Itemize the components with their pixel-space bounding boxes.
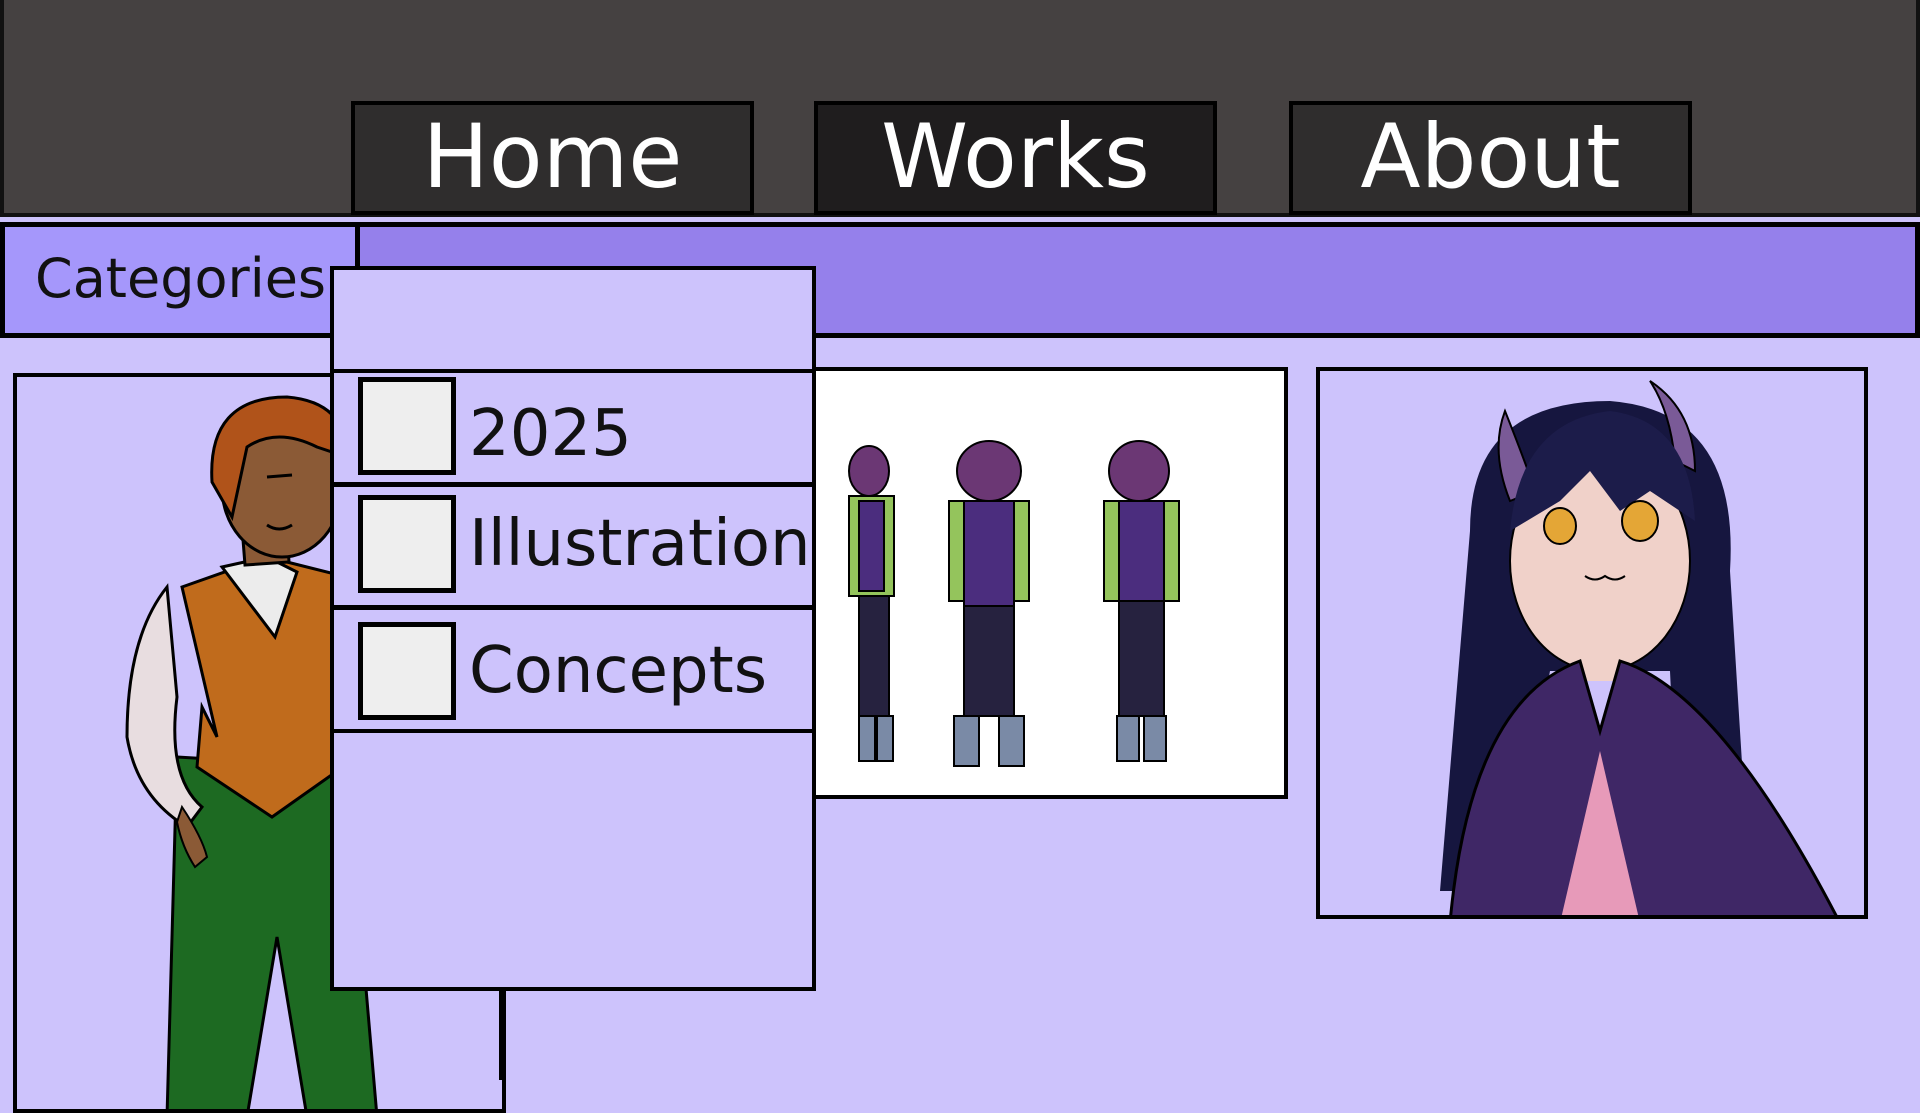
- gallery-card-turnaround[interactable]: [800, 367, 1288, 799]
- category-option-2025[interactable]: 2025: [330, 369, 816, 486]
- category-option-label: 2025: [469, 397, 632, 471]
- nav-home-button[interactable]: Home: [351, 101, 754, 215]
- checkbox-concepts[interactable]: [358, 622, 456, 720]
- categories-button[interactable]: Categories: [0, 222, 360, 338]
- card-divider: [499, 990, 505, 1080]
- category-option-label: Concepts: [469, 634, 768, 708]
- artwork-horned-girl-portrait: [1440, 380, 1838, 915]
- category-option-concepts[interactable]: Concepts: [330, 606, 816, 733]
- nav-about-button[interactable]: About: [1289, 101, 1692, 215]
- category-option-illustration[interactable]: Illustration: [330, 483, 816, 609]
- checkbox-illustration[interactable]: [358, 495, 456, 593]
- checkbox-2025[interactable]: [358, 377, 456, 475]
- gallery-card-portrait[interactable]: [1316, 367, 1868, 919]
- category-option-label: Illustration: [469, 507, 811, 581]
- nav-works-button[interactable]: Works: [814, 101, 1217, 215]
- artwork-character-turnaround: [848, 440, 1180, 767]
